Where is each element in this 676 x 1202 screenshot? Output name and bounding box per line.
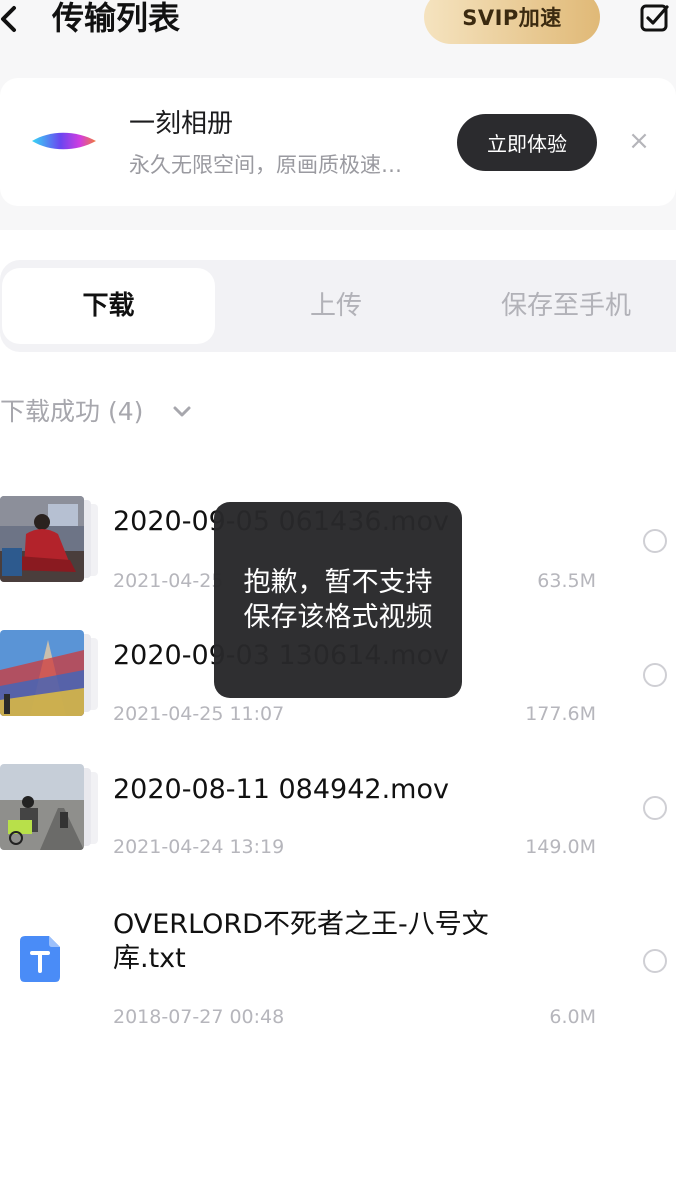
select-radio[interactable] xyxy=(643,949,667,973)
select-radio[interactable] xyxy=(643,663,667,687)
stack-shadow xyxy=(83,500,91,578)
stack-shadow xyxy=(83,634,91,712)
try-now-button[interactable]: 立即体验 xyxy=(457,114,597,171)
promo-title: 一刻相册 xyxy=(129,109,234,139)
stack-shadow xyxy=(90,638,98,710)
toast-line: 保存该格式视频 xyxy=(243,602,433,633)
svip-speedup-button[interactable]: SVIP加速 xyxy=(424,0,600,44)
file-date: 2018-07-27 00:48 xyxy=(113,1006,285,1028)
stack-shadow xyxy=(90,772,98,844)
tab-download[interactable]: 下载 xyxy=(2,268,215,344)
stack-shadow xyxy=(90,504,98,576)
select-radio[interactable] xyxy=(643,796,667,820)
section-title[interactable]: 下载成功 (4) xyxy=(0,390,143,434)
stack-shadow xyxy=(83,768,91,846)
txt-file-icon xyxy=(20,936,60,982)
file-name: 2020-08-11 084942.mov xyxy=(113,774,449,805)
chevron-down-icon[interactable] xyxy=(170,400,194,424)
file-size: 6.0M xyxy=(549,1006,596,1028)
file-date: 2021-04-25 11:07 xyxy=(113,703,285,725)
video-thumbnail xyxy=(0,764,84,850)
file-date: 2021-04-24 13:19 xyxy=(113,836,285,858)
page-title: 传输列表 xyxy=(52,0,181,37)
promo-subtitle: 永久无限空间，原画质极速… xyxy=(129,153,402,177)
file-size: 149.0M xyxy=(525,836,596,858)
yike-album-logo-icon xyxy=(32,132,96,150)
back-arrow-icon[interactable] xyxy=(0,2,24,36)
file-name: OVERLORD不死者之王-八号文库.txt xyxy=(113,909,489,974)
close-icon[interactable]: × xyxy=(626,126,652,156)
tab-save-to-phone[interactable]: 保存至手机 xyxy=(466,268,666,344)
file-date: 2021-04-25 xyxy=(113,570,224,592)
toast-line: 抱歉，暂不支持 xyxy=(243,567,433,598)
file-size: 177.6M xyxy=(525,703,596,725)
file-size: 63.5M xyxy=(537,570,596,592)
video-thumbnail xyxy=(0,630,84,716)
select-radio[interactable] xyxy=(643,529,667,553)
video-thumbnail xyxy=(0,496,84,582)
multi-select-icon[interactable] xyxy=(640,2,670,34)
toast-message: 抱歉，暂不支持 保存该格式视频 xyxy=(214,502,462,698)
tab-upload[interactable]: 上传 xyxy=(236,268,436,344)
